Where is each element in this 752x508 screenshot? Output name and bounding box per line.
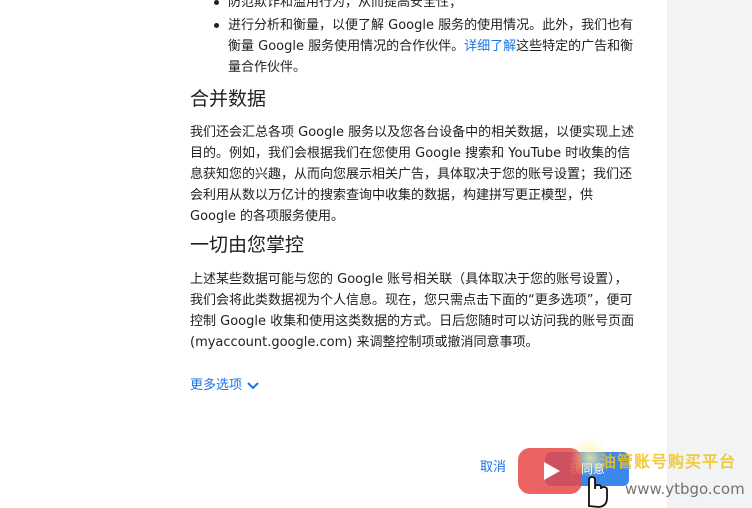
- watermark-url: www.ytbgo.com: [625, 480, 745, 498]
- hand-cursor-icon: [588, 476, 608, 508]
- section-body-control: 上述某些数据可能与您的 Google 账号相关联（具体取决于您的账号设置），我们…: [190, 272, 635, 350]
- section-body-combine-data: 我们还会汇总各项 Google 服务以及您各台设备中的相关数据，以便实现上述目的…: [190, 125, 635, 224]
- section-heading-combine-data: 合并数据: [190, 88, 267, 110]
- bullet-item: 进行分析和衡量，以便了解 Google 服务的使用情况。此外，我们也有衡量 Go…: [214, 15, 634, 78]
- bullet-text: 防范欺诈和滥用行为，从而提高安全性；: [228, 0, 463, 10]
- cancel-button[interactable]: 取消: [480, 458, 506, 478]
- bullet-list: 防范欺诈和滥用行为，从而提高安全性； 进行分析和衡量，以便了解 Google 服…: [214, 0, 634, 78]
- bullet-item: 防范欺诈和滥用行为，从而提高安全性；: [214, 0, 634, 15]
- more-options-button[interactable]: 更多选项: [190, 376, 259, 396]
- watermark-text: 油管账号购买平台: [600, 452, 737, 471]
- section-heading-control: 一切由您掌控: [190, 234, 305, 256]
- learn-more-link[interactable]: 详细了解: [464, 39, 516, 54]
- consent-page: 防范欺诈和滥用行为，从而提高安全性； 进行分析和衡量，以便了解 Google 服…: [0, 0, 752, 508]
- chevron-down-icon: [247, 382, 259, 390]
- more-options-label: 更多选项: [190, 378, 243, 393]
- right-gutter: [667, 0, 752, 508]
